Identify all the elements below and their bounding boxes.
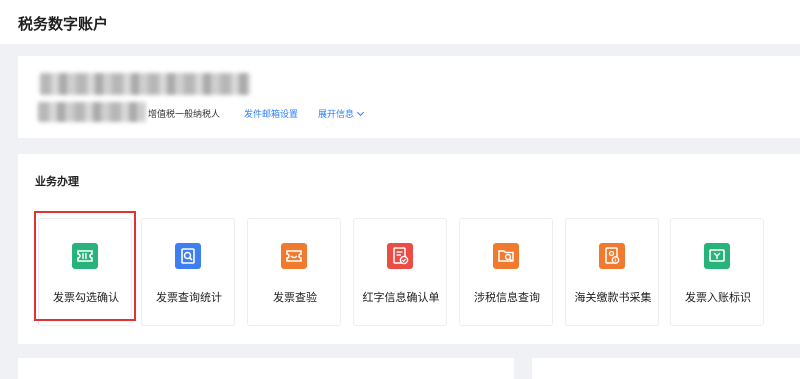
card-label: 发票查询统计 bbox=[156, 291, 222, 304]
card-invoice-query-stats[interactable]: 发票查询统计 bbox=[141, 218, 235, 326]
bottom-panel-left bbox=[18, 358, 514, 379]
card-label: 红字信息确认单 bbox=[362, 291, 440, 304]
chevron-down-icon bbox=[356, 108, 365, 117]
folder-search-icon bbox=[493, 243, 519, 269]
ticket-icon bbox=[72, 243, 98, 269]
card-label: 发票入账标识 bbox=[685, 291, 751, 304]
bottom-panel-right bbox=[532, 358, 800, 379]
card-label: 海关缴款书采集 bbox=[574, 291, 652, 304]
business-panel: 业务办理 发票勾选确认 发票查询统计 发票查验 红字信息确认单 涉税信息查询 海… bbox=[18, 154, 800, 344]
expand-info-label: 展开信息 bbox=[318, 110, 355, 120]
section-title: 业务办理 bbox=[35, 175, 79, 188]
account-info-panel: 增值税一般纳税人 发件邮箱设置 展开信息 bbox=[18, 56, 800, 138]
card-invoice-verify[interactable]: 发票查验 bbox=[247, 218, 341, 326]
card-label: 发票勾选确认 bbox=[53, 291, 119, 304]
card-red-info-confirm[interactable]: 红字信息确认单 bbox=[353, 218, 447, 326]
card-invoice-selection-confirm[interactable]: 发票勾选确认 bbox=[38, 218, 132, 326]
card-tax-info-query[interactable]: 涉税信息查询 bbox=[459, 218, 553, 326]
document-search-icon bbox=[175, 243, 201, 269]
mail-setting-link[interactable]: 发件邮箱设置 bbox=[244, 107, 298, 120]
redacted-company-name bbox=[40, 73, 250, 95]
top-bar: 税务数字账户 bbox=[0, 0, 800, 44]
expand-info-link[interactable]: 展开信息 bbox=[318, 107, 365, 120]
page-title: 税务数字账户 bbox=[18, 15, 109, 33]
card-label: 发票查验 bbox=[273, 291, 317, 304]
red-document-check-icon bbox=[387, 243, 413, 269]
ticket-tag-icon bbox=[704, 243, 730, 269]
card-customs-payment-collect[interactable]: 海关缴款书采集 bbox=[565, 218, 659, 326]
card-label: 涉税信息查询 bbox=[474, 291, 540, 304]
card-invoice-entry-mark[interactable]: 发票入账标识 bbox=[670, 218, 764, 326]
document-lock-icon bbox=[599, 243, 625, 269]
redacted-tax-id bbox=[38, 102, 146, 122]
taxpayer-type-label: 增值税一般纳税人 bbox=[148, 110, 221, 120]
ticket-check-icon bbox=[281, 243, 307, 269]
